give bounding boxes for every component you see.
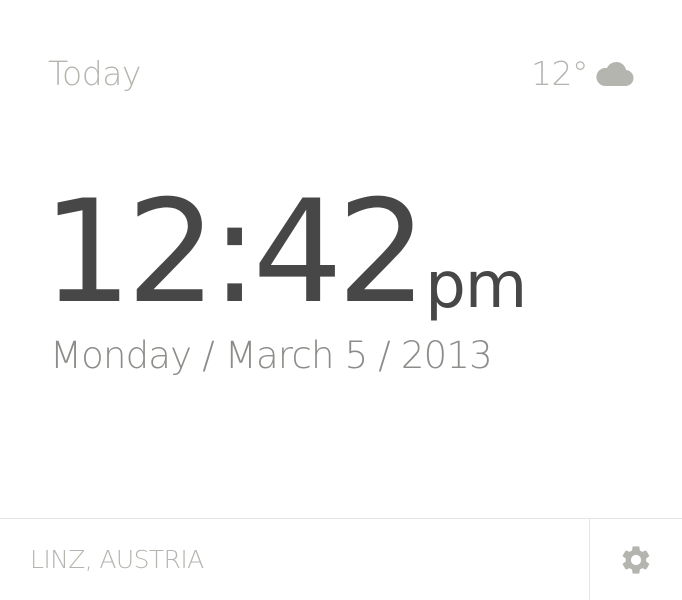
weather-summary: 12° bbox=[531, 54, 634, 94]
current-date: Monday / March 5 / 2013 bbox=[50, 334, 493, 377]
current-time: 12:42 bbox=[42, 170, 427, 335]
time-period: pm bbox=[425, 249, 527, 323]
footer-bar: LINZ, AUSTRIA bbox=[0, 518, 682, 600]
location-label: LINZ, AUSTRIA bbox=[30, 545, 204, 574]
settings-button[interactable] bbox=[590, 519, 682, 600]
clock-widget: Today 12° 12:42 pm Monday / March 5 / 20… bbox=[0, 0, 682, 600]
gear-icon bbox=[622, 546, 650, 574]
cloud-icon bbox=[596, 61, 634, 87]
time-display: 12:42 pm bbox=[42, 170, 527, 335]
temperature-value: 12° bbox=[531, 54, 589, 93]
today-label: Today bbox=[48, 54, 141, 93]
